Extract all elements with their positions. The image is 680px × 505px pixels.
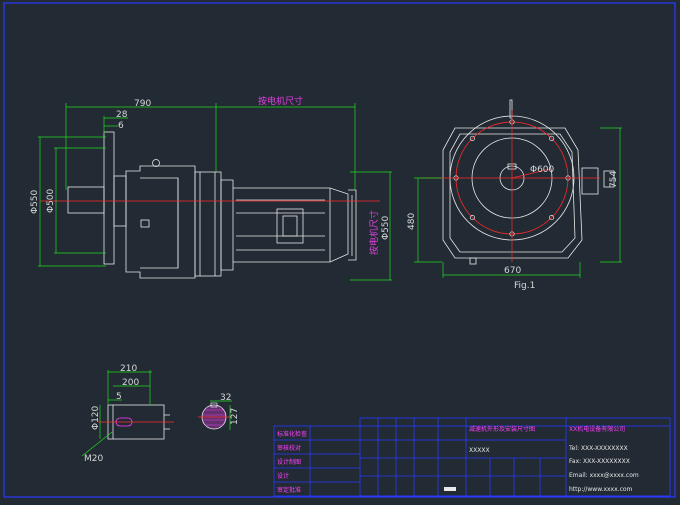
dim-pcd: Φ600 [530,165,555,175]
label-standard-check: 标准化检查 [277,430,307,438]
dim-motor-diameter-note: 按电机尺寸 [368,210,380,255]
dim-width: 670 [504,266,521,276]
dim-shaft-length-key: 200 [122,378,139,388]
company-fax: Fax: XXX-XXXXXXXX [569,458,630,465]
company-email: Email: xxxx@xxxx.com [569,472,639,479]
motor-adapter [194,171,222,277]
figure-label: Fig.1 [514,281,535,291]
dim-key-height: 127 [230,408,240,425]
dim-flange-width: 28 [116,110,128,120]
dim-spigot-diameter: Φ500 [46,188,56,213]
dim-overall-length: 790 [134,99,151,109]
company-web: http://www.xxxx.com [569,486,633,493]
dim-shaft-shoulder: 5 [116,392,122,402]
dim-shaft-thread: M20 [84,454,103,464]
label-approval: 审定批准 [277,486,301,494]
drawing-title: 减速机外形及安装尺寸图 [469,425,535,433]
dim-shaft-diameter: Φ120 [91,405,101,430]
dim-key-width: 32 [220,393,231,403]
end-view-housing [442,127,583,259]
company-name: XX机电设备有限公司 [569,425,625,433]
drawing-canvas: 790 按电机尺寸 28 6 Φ550 Φ500 Φ550 按电机尺寸 754 … [3,2,676,498]
dim-flange-offset: 6 [118,121,124,131]
output-flange [103,131,115,265]
side-view [67,131,357,279]
dim-height: 754 [609,171,619,188]
title-block-labels: 标准化检查 审核校对 设计制图 设计 审定批准 减速机外形及安装尺寸图 XXXX… [277,425,639,494]
label-design: 设计 [277,472,289,480]
label-drafting: 设计制图 [277,458,301,466]
dim-shaft-length-total: 210 [120,364,137,374]
terminal-box [276,208,304,244]
dim-center-height: 480 [407,213,417,230]
title-block-mark [444,487,456,491]
company-tel: Tel: XXX-XXXXXXXX [568,445,628,452]
motor-body [220,179,349,271]
shaft-section [201,402,227,430]
model-code: XXXXX [469,447,490,454]
dim-motor-length-label: 按电机尺寸 [258,95,303,107]
output-shaft [67,186,105,214]
dim-flange-diameter: Φ550 [30,189,40,214]
dim-motor-diameter: Φ550 [381,215,391,240]
end-dimensions [414,127,622,278]
label-review: 审核校对 [277,444,301,452]
gearbox-housing [125,165,196,279]
